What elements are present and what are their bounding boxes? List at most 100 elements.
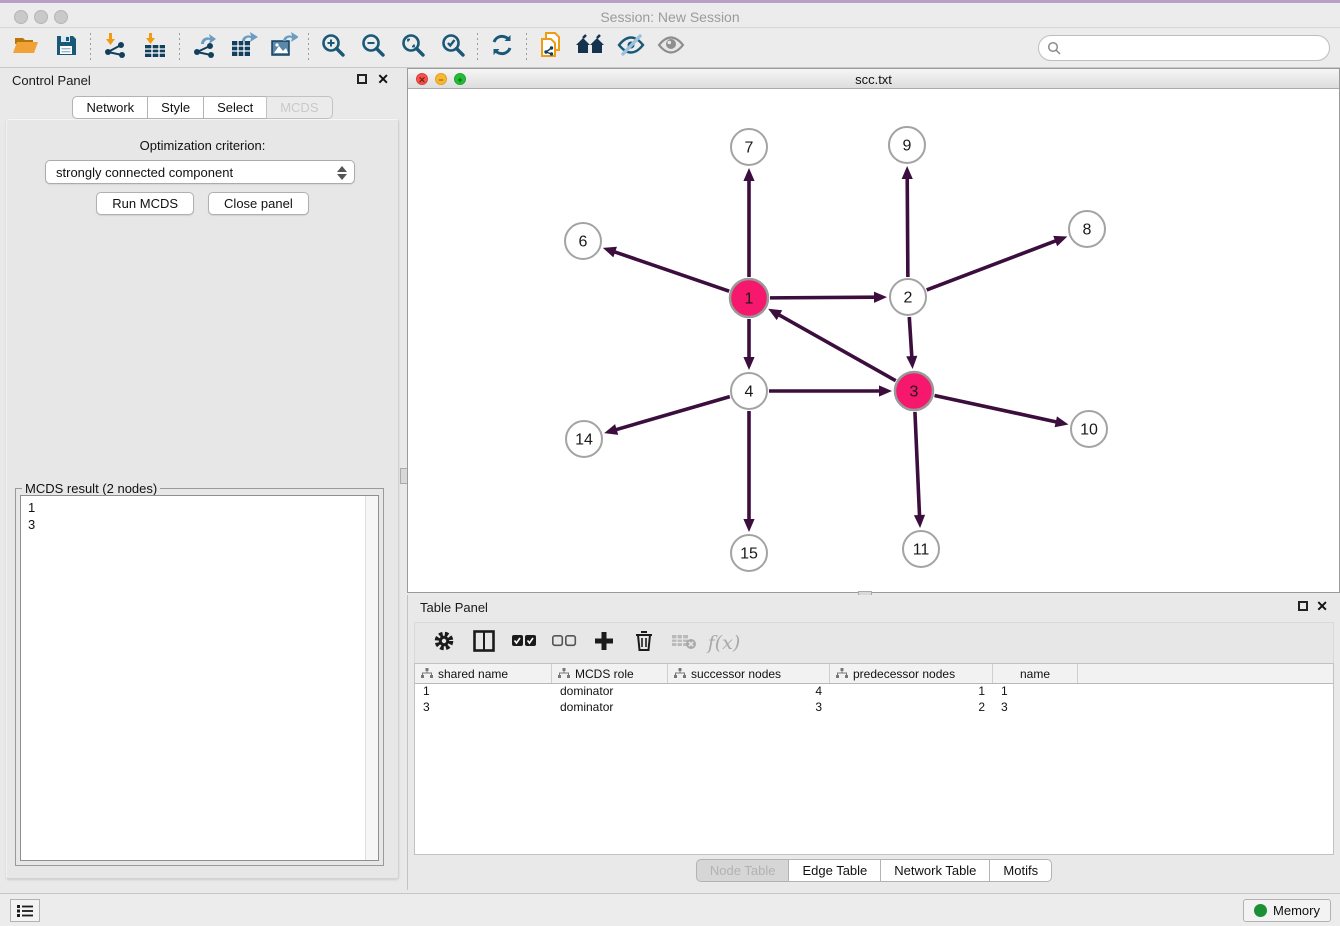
graph-arrowhead [1055,416,1069,427]
result-item[interactable]: 1 [28,499,378,516]
save-session-button[interactable] [46,31,86,65]
column-browser-button[interactable] [467,627,501,659]
zoom-selected-icon [440,32,466,63]
tab-network-table[interactable]: Network Table [880,859,990,882]
graph-arrowhead [1053,236,1067,246]
import-network-button[interactable] [95,31,135,65]
mcds-result-title: MCDS result (2 nodes) [22,481,160,496]
criterion-select[interactable]: strongly connected component [45,160,355,184]
search-input[interactable] [1038,35,1330,61]
cell-predecessor-nodes[interactable]: 1 [830,684,993,700]
import-table-button[interactable] [135,31,175,65]
cell-successor-nodes[interactable]: 4 [668,684,830,700]
cell-predecessor-nodes[interactable]: 2 [830,700,993,716]
export-network-icon [191,32,217,63]
graph-arrowhead [743,519,754,532]
close-table-panel-icon[interactable]: ✕ [1316,598,1328,614]
column-header-predecessor-nodes[interactable]: predecessor nodes [830,664,993,683]
table-panel: Table Panel ✕ f(x) shared name MCDS ro [407,595,1340,890]
export-table-button[interactable] [224,31,264,65]
column-header-name[interactable]: name [993,664,1078,683]
table-row[interactable]: 1 dominator 4 1 1 [415,684,1333,700]
graph-node-label: 15 [740,546,758,563]
column-header-successor-nodes[interactable]: successor nodes [668,664,830,683]
network-canvas[interactable]: 7968124314101511 [408,89,1339,592]
close-panel-button[interactable]: Close panel [208,192,309,215]
control-panel-header: Control Panel ✕ [0,68,405,92]
table-row[interactable]: 3 dominator 3 2 3 [415,700,1333,716]
tab-mcds[interactable]: MCDS [266,96,332,119]
graph-edge-3-10[interactable] [935,395,1058,422]
cell-name[interactable]: 3 [993,700,1078,716]
task-history-button[interactable] [10,899,40,922]
result-scrollbar[interactable] [365,496,378,860]
network-view-window: ✕ − + scc.txt 7968124314101511 [407,68,1340,593]
table-header-row: shared name MCDS role successor nodes pr… [415,664,1333,684]
graph-node-label: 6 [579,234,588,251]
zoom-selected-button[interactable] [433,31,473,65]
column-header-shared-name[interactable]: shared name [415,664,552,683]
graph-arrowhead [906,356,917,369]
show-all-button[interactable] [651,31,691,65]
float-table-panel-icon[interactable] [1298,601,1308,611]
result-item[interactable]: 3 [28,516,378,533]
delete-column-button[interactable] [627,627,661,659]
table-settings-button[interactable] [427,627,461,659]
open-file-button[interactable] [6,31,46,65]
graph-arrowhead [879,385,892,396]
graph-edge-2-9[interactable] [907,177,908,277]
zoom-fit-button[interactable] [393,31,433,65]
cell-name[interactable]: 1 [993,684,1078,700]
select-all-button[interactable] [507,627,541,659]
tab-node-table[interactable]: Node Table [696,859,790,882]
run-mcds-button[interactable]: Run MCDS [96,192,194,215]
cell-mcds-role[interactable]: dominator [552,684,668,700]
export-image-button[interactable] [264,31,304,65]
tab-style[interactable]: Style [147,96,204,119]
toolbar-separator [90,33,91,63]
column-header-mcds-role[interactable]: MCDS role [552,664,668,683]
export-image-icon [270,32,298,63]
refresh-icon [489,32,515,63]
cell-shared-name[interactable]: 1 [415,684,552,700]
tab-network[interactable]: Network [72,96,148,119]
fx-icon: f(x) [708,632,741,654]
graph-edge-3-1[interactable] [778,314,896,380]
graph-edge-1-6[interactable] [613,251,729,291]
cell-shared-name[interactable]: 3 [415,700,552,716]
export-network-button[interactable] [184,31,224,65]
save-floppy-icon [54,33,78,62]
checked-boxes-icon [511,634,537,653]
memory-button[interactable]: Memory [1243,899,1331,922]
tab-select[interactable]: Select [203,96,267,119]
unselect-all-button[interactable] [547,627,581,659]
refresh-view-button[interactable] [482,31,522,65]
graph-edge-4-14[interactable] [615,397,730,430]
close-panel-icon[interactable]: ✕ [377,71,389,87]
graph-edge-2-3[interactable] [909,317,912,358]
tab-edge-table[interactable]: Edge Table [788,859,881,882]
delete-table-button[interactable] [667,627,701,659]
graph-edge-1-2[interactable] [770,297,876,298]
graph-edge-2-8[interactable] [927,240,1057,290]
graph-edge-3-11[interactable] [915,412,920,517]
clone-network-button[interactable] [531,31,571,65]
graph-node-label: 8 [1083,222,1092,239]
hide-selected-button[interactable] [611,31,651,65]
tab-motifs[interactable]: Motifs [989,859,1052,882]
cell-mcds-role[interactable]: dominator [552,700,668,716]
show-full-network-button[interactable] [571,31,611,65]
zoom-in-button[interactable] [313,31,353,65]
trash-icon [633,629,655,658]
cell-successor-nodes[interactable]: 3 [668,700,830,716]
zoom-out-button[interactable] [353,31,393,65]
network-window-titlebar[interactable]: ✕ − + scc.txt [408,69,1339,89]
function-builder-button[interactable]: f(x) [707,627,741,659]
open-folder-icon [12,33,40,62]
status-bar: Memory [0,893,1340,926]
mcds-result-list[interactable]: 1 3 [20,495,379,861]
add-column-button[interactable] [587,627,621,659]
float-panel-icon[interactable] [357,74,367,84]
network-graph[interactable]: 7968124314101511 [408,89,1339,592]
graph-arrowhead [914,515,925,528]
